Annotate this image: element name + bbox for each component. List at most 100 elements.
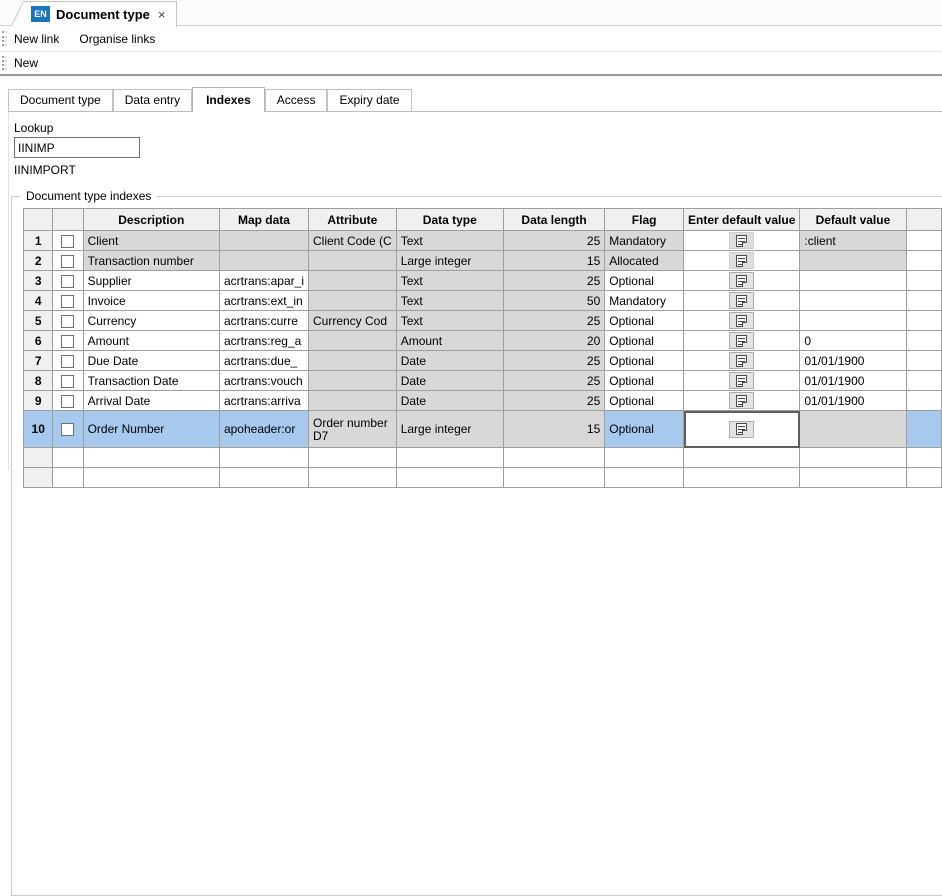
cell-overflow[interactable] [905,290,942,311]
cell-enter-default-value[interactable] [682,447,801,468]
cell-data-type[interactable]: Text [395,270,504,291]
cell-overflow[interactable] [905,310,942,331]
cell-flag[interactable]: Optional [604,330,684,351]
cell-map-data[interactable] [218,447,310,468]
row-number[interactable]: 1 [22,230,54,251]
row-number[interactable] [22,447,54,468]
cell-description[interactable]: Due Date [82,350,220,371]
cell-default-value[interactable] [799,467,907,488]
cell-attribute[interactable]: Order number D7 [308,410,397,448]
cell-overflow[interactable] [905,370,942,391]
row-checkbox[interactable] [61,294,75,308]
row-number[interactable]: 6 [22,330,54,351]
cell-data-length[interactable]: 20 [502,330,606,351]
cell-default-value[interactable]: 01/01/1900 [799,350,907,371]
cell-description[interactable]: Transaction Date [82,370,220,391]
row-checkbox[interactable] [61,254,75,268]
cell-data-type[interactable]: Amount [395,330,504,351]
tab-document-type[interactable]: Document type [8,89,113,111]
cell-map-data[interactable]: acrtrans:apar_i [218,270,310,291]
tab-data-entry[interactable]: Data entry [112,89,193,111]
document-tab[interactable]: EN Document type × [9,1,177,27]
cell-overflow[interactable] [905,467,942,488]
cell-overflow[interactable] [905,350,942,371]
cell-default-value[interactable] [799,410,907,448]
cell-data-length[interactable] [502,447,606,468]
cell-flag[interactable]: Mandatory [604,290,684,311]
cell-data-length[interactable]: 25 [502,390,606,411]
row-checkbox[interactable] [61,394,75,408]
row-checkbox-cell[interactable] [52,467,84,488]
cell-map-data[interactable]: acrtrans:arriva [218,390,310,411]
cell-description[interactable]: Transaction number [82,250,220,271]
enter-default-value-button[interactable] [729,272,755,289]
row-checkbox[interactable] [61,274,75,288]
enter-default-value-button[interactable] [729,372,755,389]
cell-data-length[interactable]: 15 [502,250,606,271]
cell-data-length[interactable]: 25 [502,270,606,291]
cell-map-data[interactable]: acrtrans:vouch [218,370,310,391]
cell-overflow[interactable] [905,390,942,411]
cell-overflow[interactable] [905,270,942,291]
cell-default-value[interactable]: :client [799,230,907,251]
cell-data-type[interactable]: Text [395,290,504,311]
cell-attribute[interactable] [308,370,397,391]
cell-overflow[interactable] [905,250,942,271]
cell-data-length[interactable]: 25 [502,310,606,331]
row-checkbox[interactable] [61,234,75,248]
cell-flag[interactable] [604,447,684,468]
cell-data-length[interactable]: 25 [502,230,606,251]
row-checkbox[interactable] [61,354,75,368]
cell-map-data[interactable] [218,467,310,488]
cell-map-data[interactable]: acrtrans:due_ [218,350,310,371]
row-number[interactable]: 3 [22,270,54,291]
cell-attribute[interactable]: Currency Cod [308,310,397,331]
cell-map-data[interactable]: acrtrans:reg_a [218,330,310,351]
cell-attribute[interactable] [308,270,397,291]
enter-default-value-button[interactable] [729,312,755,329]
close-tab-icon[interactable]: × [156,8,168,21]
row-checkbox[interactable] [61,423,75,437]
cell-default-value[interactable]: 01/01/1900 [799,370,907,391]
enter-default-value-button[interactable] [729,232,755,249]
cell-description[interactable]: Amount [82,330,220,351]
cell-flag[interactable]: Optional [604,370,684,391]
cell-attribute[interactable]: Client Code (C [308,230,397,251]
cell-attribute[interactable] [308,330,397,351]
cell-flag[interactable]: Allocated [604,250,684,271]
cell-flag[interactable]: Optional [604,350,684,371]
row-number[interactable] [22,467,54,488]
cell-attribute[interactable] [308,290,397,311]
organise-links-button[interactable]: Organise links [77,30,157,48]
row-checkbox[interactable] [61,314,75,328]
cell-flag[interactable] [604,467,684,488]
cell-description[interactable] [82,467,220,488]
cell-default-value[interactable] [799,250,907,271]
enter-default-value-button[interactable] [729,252,755,269]
cell-map-data[interactable]: apoheader:or [218,410,310,448]
cell-attribute[interactable] [308,467,397,488]
lookup-input[interactable] [14,137,140,158]
enter-default-value-button[interactable] [729,332,755,349]
cell-map-data[interactable] [218,230,310,251]
tab-access[interactable]: Access [264,89,328,111]
cell-default-value[interactable] [799,310,907,331]
cell-overflow[interactable] [905,410,942,448]
row-number[interactable]: 5 [22,310,54,331]
cell-data-type[interactable] [395,467,504,488]
row-number[interactable]: 8 [22,370,54,391]
cell-data-type[interactable]: Date [395,370,504,391]
toolbar-grip[interactable] [2,31,7,46]
row-checkbox[interactable] [61,334,75,348]
cell-flag[interactable]: Optional [604,310,684,331]
cell-description[interactable]: Invoice [82,290,220,311]
cell-default-value[interactable]: 0 [799,330,907,351]
cell-attribute[interactable] [308,447,397,468]
enter-default-value-button[interactable] [729,392,755,409]
cell-default-value[interactable]: 01/01/1900 [799,390,907,411]
cell-data-type[interactable]: Large integer [395,410,504,448]
enter-default-value-button[interactable] [729,292,755,309]
cell-data-type[interactable]: Text [395,310,504,331]
row-checkbox[interactable] [61,374,75,388]
cell-default-value[interactable] [799,290,907,311]
